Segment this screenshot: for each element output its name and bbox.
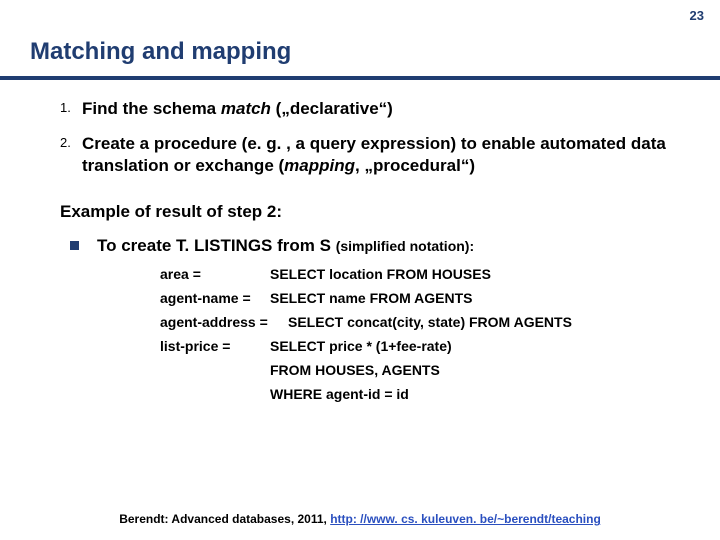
- bullet-text: To create T. LISTINGS from S (simplified…: [97, 236, 474, 256]
- list-text: Create a procedure (e. g. , a query expr…: [82, 133, 690, 176]
- list-number: 2.: [60, 133, 82, 176]
- row-label: agent-address =: [160, 314, 288, 330]
- note-text: (simplified notation):: [336, 238, 474, 254]
- table-row: list-price = SELECT price * (1+fee-rate): [160, 338, 690, 354]
- row-label: area =: [160, 266, 270, 282]
- slide-body: 1. Find the schema match („declarative“)…: [60, 98, 690, 410]
- row-value: WHERE agent-id = id: [270, 386, 690, 402]
- title-underline: [0, 76, 720, 80]
- row-value: SELECT concat(city, state) FROM AGENTS: [288, 314, 690, 330]
- table-row: agent-name = SELECT name FROM AGENTS: [160, 290, 690, 306]
- row-value: FROM HOUSES, AGENTS: [270, 362, 690, 378]
- list-number: 1.: [60, 98, 82, 119]
- slide-footer: Berendt: Advanced databases, 2011, http:…: [0, 512, 720, 526]
- row-value: SELECT price * (1+fee-rate): [270, 338, 690, 354]
- footer-link[interactable]: http: //www. cs. kuleuven. be/~berendt/t…: [330, 512, 601, 526]
- mapping-table: area = SELECT location FROM HOUSES agent…: [160, 266, 690, 402]
- example-heading: Example of result of step 2:: [60, 202, 690, 222]
- row-label: [160, 386, 270, 402]
- text-run: („declarative“): [271, 99, 393, 118]
- table-row: WHERE agent-id = id: [160, 386, 690, 402]
- row-label: [160, 362, 270, 378]
- table-row: area = SELECT location FROM HOUSES: [160, 266, 690, 282]
- text-run: Find the schema: [82, 99, 221, 118]
- page-number: 23: [690, 8, 704, 23]
- table-row: agent-address = SELECT concat(city, stat…: [160, 314, 690, 330]
- list-item: 1. Find the schema match („declarative“): [60, 98, 690, 119]
- square-bullet-icon: [70, 241, 79, 250]
- row-label: list-price =: [160, 338, 270, 354]
- emphasis: match: [221, 99, 271, 118]
- row-value: SELECT location FROM HOUSES: [270, 266, 690, 282]
- list-text: Find the schema match („declarative“): [82, 98, 393, 119]
- table-row: FROM HOUSES, AGENTS: [160, 362, 690, 378]
- text-run: , „procedural“): [355, 156, 475, 175]
- emphasis: mapping: [284, 156, 355, 175]
- text-run: To create T. LISTINGS from S: [97, 236, 336, 255]
- row-label: agent-name =: [160, 290, 270, 306]
- row-value: SELECT name FROM AGENTS: [270, 290, 690, 306]
- list-item: 2. Create a procedure (e. g. , a query e…: [60, 133, 690, 176]
- bullet-item: To create T. LISTINGS from S (simplified…: [70, 236, 690, 256]
- footer-text: Berendt: Advanced databases, 2011,: [119, 512, 330, 526]
- slide-title: Matching and mapping: [30, 38, 291, 66]
